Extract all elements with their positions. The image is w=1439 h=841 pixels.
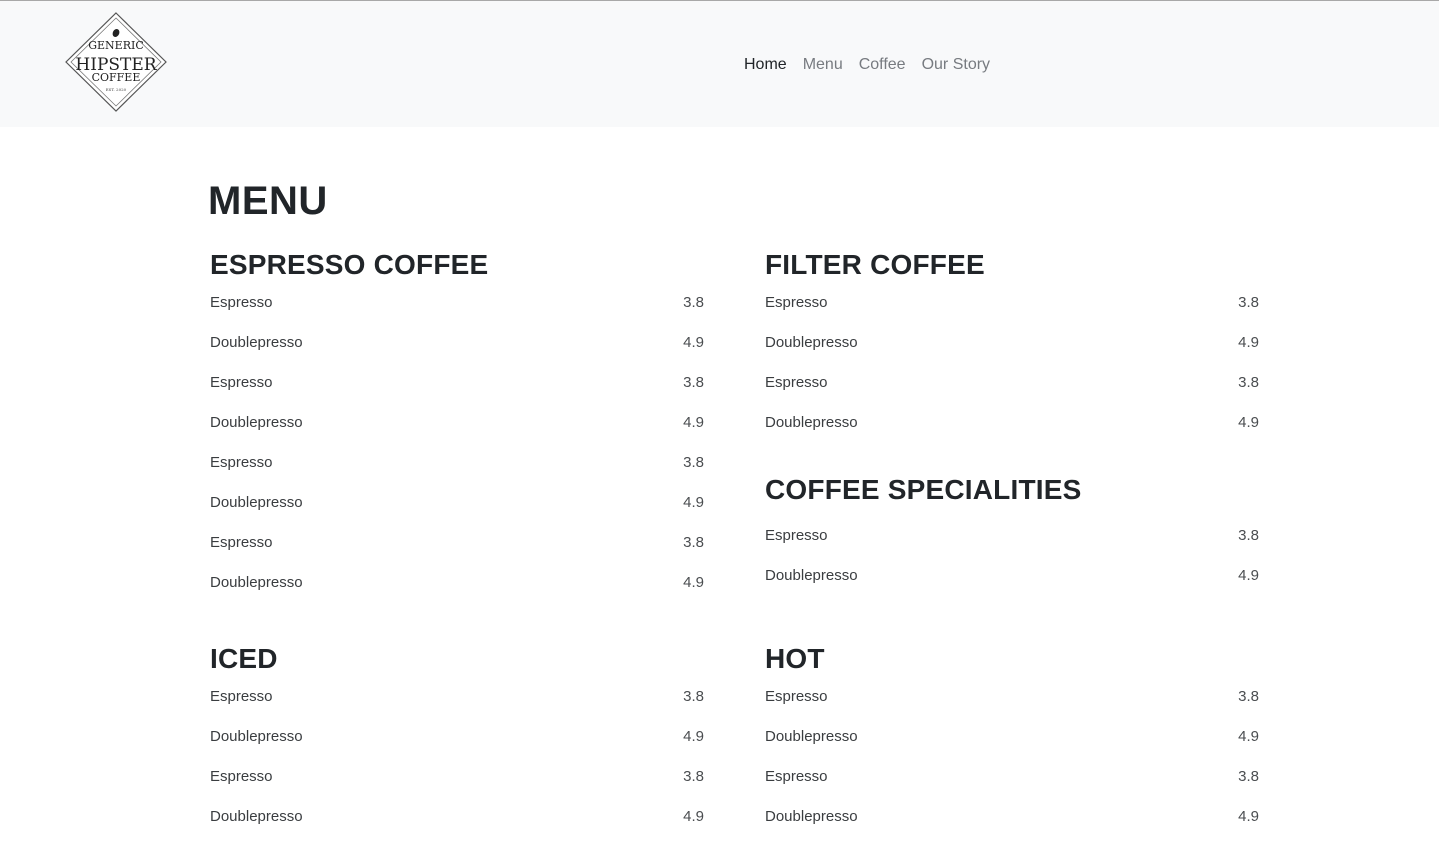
nav-home[interactable]: Home	[744, 55, 787, 75]
svg-text:EST. 2020: EST. 2020	[106, 87, 127, 92]
menu-item: Espresso 3.8	[210, 756, 704, 796]
item-price: 4.9	[1238, 333, 1259, 351]
menu-item: Espresso 3.8	[210, 282, 704, 322]
menu-list: Espresso 3.8 Doublepresso 4.9 Espresso 3.8 …	[765, 282, 1259, 442]
item-name: Doublepresso	[765, 566, 858, 584]
menu-item: Doublepresso 4.9	[210, 562, 704, 602]
item-name: Espresso	[765, 687, 828, 705]
item-name: Espresso	[765, 373, 828, 391]
menu-item: Espresso 3.8	[765, 515, 1259, 555]
item-price: 4.9	[683, 807, 704, 825]
item-name: Espresso	[765, 293, 828, 311]
item-name: Doublepresso	[765, 807, 858, 825]
item-name: Espresso	[765, 526, 828, 544]
menu-item: Doublepresso 4.9	[210, 482, 704, 522]
menu-item: Espresso 3.8	[765, 756, 1259, 796]
item-price: 4.9	[683, 573, 704, 591]
section-title: HOT	[765, 643, 825, 674]
item-price: 3.8	[683, 687, 704, 705]
item-name: Doublepresso	[210, 727, 303, 745]
menu-item: Doublepresso 4.9	[765, 555, 1259, 595]
main-nav: Home Menu Coffee Our Story	[744, 55, 1006, 75]
item-price: 4.9	[683, 413, 704, 431]
item-name: Doublepresso	[210, 493, 303, 511]
section-title: COFFEE SPECIALITIES	[765, 474, 1082, 505]
item-price: 4.9	[1238, 413, 1259, 431]
svg-text:COFFEE: COFFEE	[92, 71, 141, 84]
section-iced: ICED Espresso 3.8 Doublepresso 4.9 Espress…	[210, 642, 704, 836]
svg-text:GENERIC: GENERIC	[88, 39, 144, 52]
menu-item: Espresso 3.8	[210, 362, 704, 402]
item-price: 4.9	[1238, 807, 1259, 825]
section-espresso-coffee: ESPRESSO COFFEE Espresso 3.8 Doublepresso…	[210, 248, 704, 602]
menu-list: Espresso 3.8 Doublepresso 4.9 Espresso 3.8 …	[210, 282, 704, 602]
item-price: 3.8	[1238, 373, 1259, 391]
item-price: 3.8	[683, 533, 704, 551]
menu-item: Espresso 3.8	[765, 282, 1259, 322]
item-price: 4.9	[683, 493, 704, 511]
item-name: Espresso	[210, 687, 273, 705]
section-title: ICED	[210, 643, 278, 674]
menu-item: Espresso 3.8	[210, 442, 704, 482]
item-price: 4.9	[683, 333, 704, 351]
menu-list: Espresso 3.8 Doublepresso 4.9 Espresso 3.8 …	[765, 676, 1259, 836]
nav-menu[interactable]: Menu	[803, 55, 843, 75]
item-name: Doublepresso	[210, 573, 303, 591]
item-price: 3.8	[683, 293, 704, 311]
menu-item: Doublepresso 4.9	[210, 322, 704, 362]
item-price: 3.8	[1238, 687, 1259, 705]
item-price: 3.8	[1238, 767, 1259, 785]
section-title: ESPRESSO COFFEE	[210, 249, 489, 280]
section-hot: HOT Espresso 3.8 Doublepresso 4.9 Espresso…	[765, 642, 1259, 836]
section-coffee-specialities: COFFEE SPECIALITIES Espresso 3.8 Doublepr…	[765, 473, 1259, 595]
item-price: 4.9	[1238, 727, 1259, 745]
menu-list: Espresso 3.8 Doublepresso 4.9 Espresso 3.8 …	[210, 676, 704, 836]
menu-list: Espresso 3.8 Doublepresso 4.9	[765, 515, 1259, 595]
item-name: Espresso	[210, 373, 273, 391]
item-name: Doublepresso	[210, 333, 303, 351]
section-title: FILTER COFFEE	[765, 249, 985, 280]
section-filter-coffee: FILTER COFFEE Espresso 3.8 Doublepresso 4.…	[765, 248, 1259, 442]
menu-item: Doublepresso 4.9	[210, 796, 704, 836]
item-price: 3.8	[683, 767, 704, 785]
item-name: Espresso	[765, 767, 828, 785]
nav-our-story[interactable]: Our Story	[922, 55, 990, 75]
item-price: 3.8	[683, 373, 704, 391]
item-price: 4.9	[683, 727, 704, 745]
item-name: Doublepresso	[210, 807, 303, 825]
menu-item: Doublepresso 4.9	[765, 402, 1259, 442]
item-name: Doublepresso	[765, 727, 858, 745]
item-name: Espresso	[210, 293, 273, 311]
menu-item: Doublepresso 4.9	[210, 716, 704, 756]
item-price: 3.8	[1238, 526, 1259, 544]
menu-item: Doublepresso 4.9	[765, 322, 1259, 362]
nav-coffee[interactable]: Coffee	[859, 55, 906, 75]
item-name: Espresso	[210, 767, 273, 785]
item-name: Doublepresso	[765, 413, 858, 431]
item-price: 4.9	[1238, 566, 1259, 584]
item-name: Espresso	[210, 453, 273, 471]
menu-item: Espresso 3.8	[765, 362, 1259, 402]
navbar: GENERIC HIPSTER COFFEE EST. 2020 Home Me…	[0, 1, 1439, 127]
menu-item: Espresso 3.8	[210, 676, 704, 716]
menu-item: Espresso 3.8	[210, 522, 704, 562]
menu-item: Espresso 3.8	[765, 676, 1259, 716]
brand-logo[interactable]: GENERIC HIPSTER COFFEE EST. 2020	[64, 12, 168, 112]
logo-badge-icon: GENERIC HIPSTER COFFEE EST. 2020	[65, 12, 167, 112]
menu-item: Doublepresso 4.9	[210, 402, 704, 442]
menu-item: Doublepresso 4.9	[765, 716, 1259, 756]
item-price: 3.8	[683, 453, 704, 471]
item-name: Doublepresso	[765, 333, 858, 351]
item-name: Doublepresso	[210, 413, 303, 431]
menu-item: Doublepresso 4.9	[765, 796, 1259, 836]
item-name: Espresso	[210, 533, 273, 551]
page-title: MENU	[208, 179, 328, 223]
item-price: 3.8	[1238, 293, 1259, 311]
